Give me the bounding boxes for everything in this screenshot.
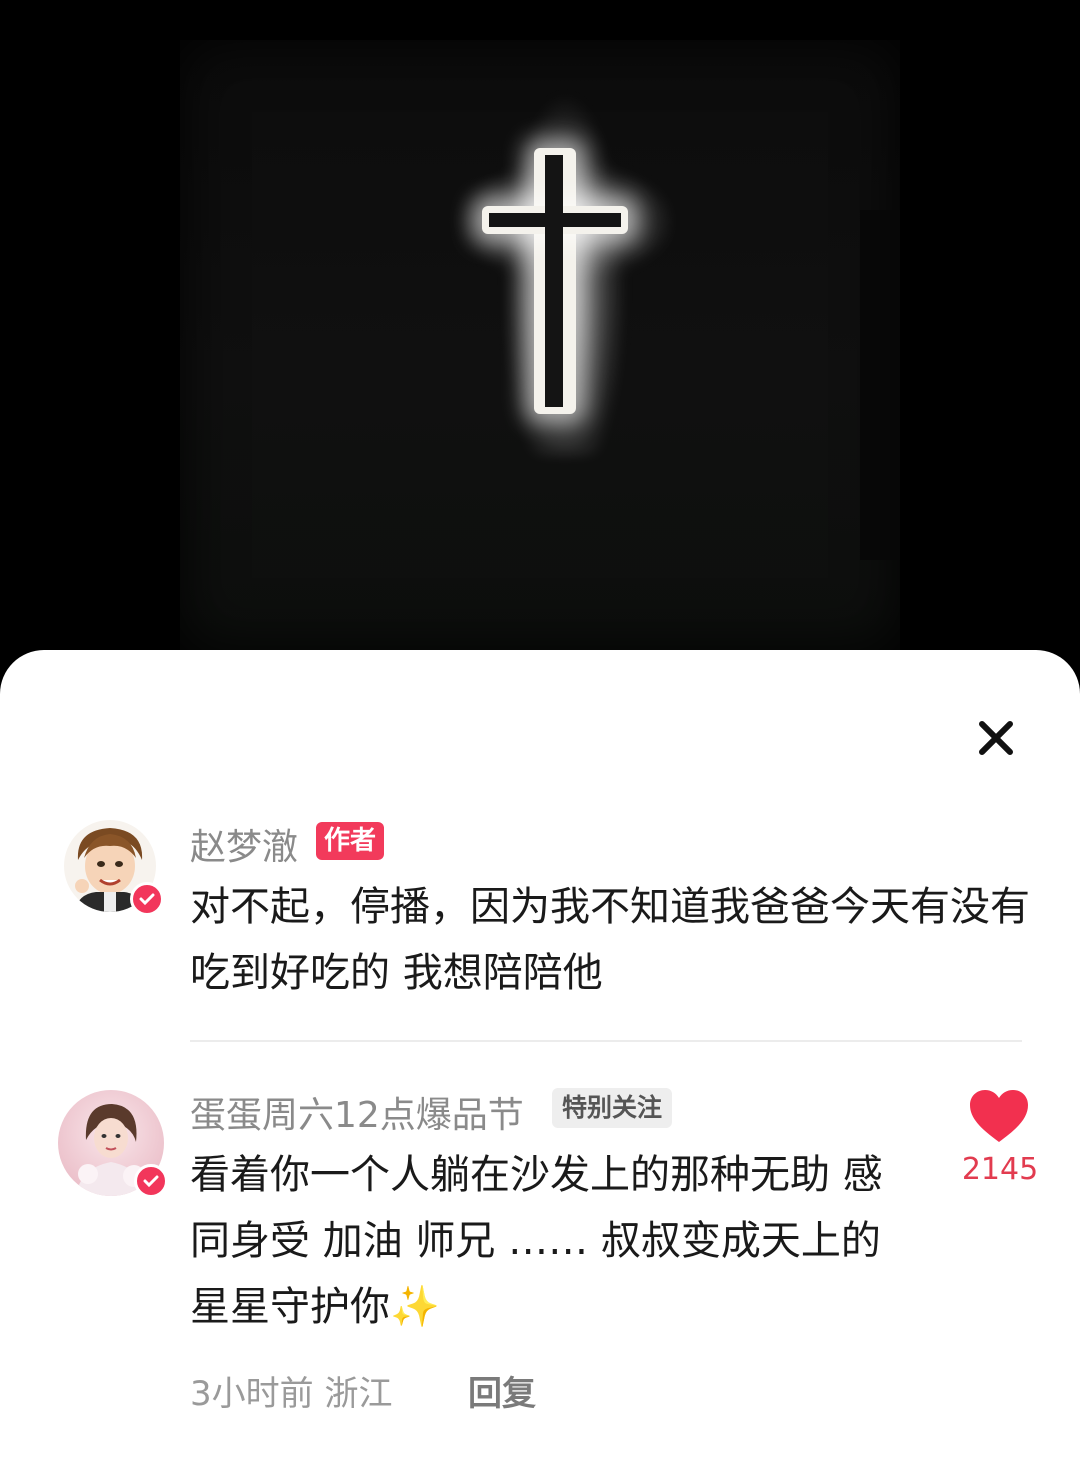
author-badge: 作者 (316, 822, 385, 860)
comment-time: 3小时前 (190, 1374, 314, 1414)
close-icon (979, 721, 1013, 755)
verified-icon (130, 882, 164, 916)
comment-username[interactable]: 蛋蛋周六12点爆品节 (190, 1086, 524, 1138)
verified-icon (134, 1164, 168, 1198)
comment-text[interactable]: 看着你一个人躺在沙发上的那种无助 感同身受 加油 师兄 …… 叔叔变成天上的星星… (190, 1142, 890, 1340)
reply-button[interactable]: 回复 (468, 1366, 536, 1415)
comment-sheet: 赵梦澈 作者 对不起，停播，因为我不知道我爸爸今天有没有吃到好吃的 我想陪陪他 (0, 650, 1080, 1457)
avatar[interactable] (64, 820, 164, 916)
avatar[interactable] (58, 1090, 168, 1198)
sheet-title (420, 720, 570, 754)
comment-meta: 3小时前 浙江 (190, 1366, 392, 1415)
comment-username[interactable]: 赵梦澈 (190, 818, 298, 870)
comment-text[interactable]: 对不起，停播，因为我不知道我爸爸今天有没有吃到好吃的 我想陪陪他 (190, 874, 1030, 1006)
comment-location: 浙江 (324, 1374, 393, 1414)
like-count: 2145 (961, 1152, 1039, 1187)
cross-icon (545, 155, 563, 407)
wall-shadow (860, 210, 900, 560)
video-frame[interactable] (0, 0, 1080, 690)
comment-divider (190, 1040, 1022, 1042)
screen: 赵梦澈 作者 对不起，停播，因为我不知道我爸爸今天有没有吃到好吃的 我想陪陪他 (0, 0, 1080, 1457)
cross-icon-bar (489, 213, 621, 227)
special-follow-badge: 特别关注 (552, 1088, 673, 1128)
like-button[interactable] (968, 1088, 1030, 1144)
heart-icon (970, 1090, 1028, 1142)
close-button[interactable] (970, 712, 1022, 764)
